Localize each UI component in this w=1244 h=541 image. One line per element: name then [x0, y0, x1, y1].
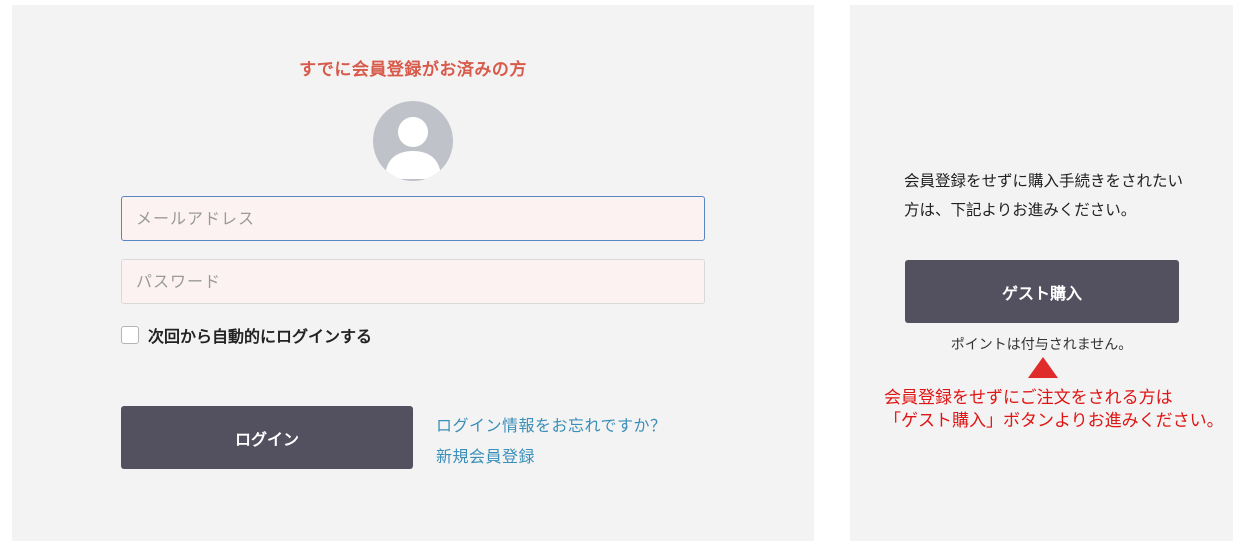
forgot-password-link[interactable]: ログイン情報をお忘れですか？	[436, 412, 667, 436]
register-link[interactable]: 新規会員登録	[436, 443, 535, 467]
login-button[interactable]: ログイン	[121, 406, 413, 469]
remember-login[interactable]: 次回から自動的にログインする	[121, 322, 372, 348]
remember-checkbox[interactable]	[121, 326, 139, 344]
user-avatar-icon	[373, 101, 453, 181]
guest-warning: 会員登録をせずにご注文をされる方は 「ゲスト購入」ボタンよりお進みください。	[884, 387, 1242, 433]
arrow-up-icon	[1028, 357, 1058, 378]
email-field[interactable]	[121, 196, 705, 241]
guest-warning-line1: 会員登録をせずにご注文をされる方は	[884, 388, 1173, 408]
guest-warning-line2: 「ゲスト購入」ボタンよりお進みください。	[884, 411, 1224, 431]
login-heading: すでに会員登録がお済みの方	[299, 60, 527, 80]
point-note: ポイントは付与されません。	[950, 337, 1133, 353]
remember-label: 次回から自動的にログインする	[148, 327, 373, 346]
member-login-panel: すでに会員登録がお済みの方 次回から自動的にログインする ログイン ログイン情報…	[12, 5, 814, 541]
guest-description: 会員登録をせずに購入手続きをされたい方は、下記よりお進みください。	[904, 172, 1184, 219]
guest-purchase-button[interactable]: ゲスト購入	[905, 260, 1179, 323]
guest-purchase-panel: 会員登録をせずに購入手続きをされたい方は、下記よりお進みください。 ゲスト購入 …	[850, 5, 1233, 541]
password-field[interactable]	[121, 259, 705, 304]
